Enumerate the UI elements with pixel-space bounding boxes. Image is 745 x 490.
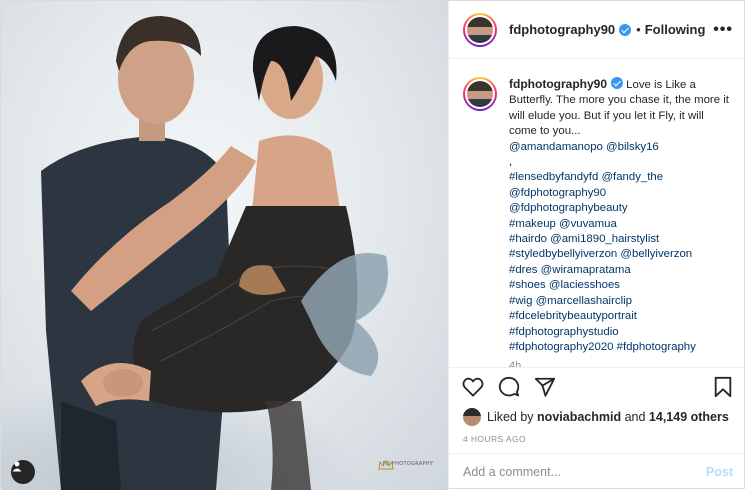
caption-tag-line[interactable]: #shoes @laciesshoes (509, 278, 731, 293)
comment-button[interactable] (497, 375, 521, 399)
following-button[interactable]: Following (645, 22, 706, 37)
liked-by-prefix: Liked by (487, 410, 534, 424)
heart-icon (462, 377, 484, 397)
caption-tag-line[interactable]: #styledbybellyiverzon @bellyiverzon (509, 247, 731, 262)
author-username[interactable]: fdphotography90 (509, 22, 615, 37)
caption-tag-line[interactable]: @fdphotography90 (509, 186, 731, 201)
post-header: fdphotography90 • Following ••• (449, 1, 745, 59)
caption-tag-line[interactable]: #fdphotographystudio (509, 325, 731, 340)
caption-comma: , (509, 156, 513, 169)
caption-tag-line[interactable]: #fdphotography2020 #fdphotography (509, 340, 731, 355)
user-tag-icon (12, 461, 22, 472)
likes-summary: Liked by noviabachmid and 14,149 others (449, 406, 745, 428)
liked-by-user[interactable]: noviabachmid (537, 410, 621, 424)
paper-plane-icon (534, 377, 556, 397)
photo-watermark: FD PHOTOGRAPHY (378, 460, 438, 470)
comment-form: Post (449, 453, 745, 490)
save-button[interactable] (711, 375, 735, 399)
post-actions: Liked by noviabachmid and 14,149 others … (449, 367, 745, 444)
comment-icon (498, 376, 520, 397)
action-icons-row (449, 368, 745, 406)
verified-badge-icon (619, 23, 632, 36)
caption-username[interactable]: fdphotography90 (509, 77, 607, 91)
post-photo[interactable]: FD PHOTOGRAPHY (1, 1, 448, 490)
post-comment-button[interactable]: Post (706, 465, 733, 479)
post-side-panel: fdphotography90 • Following ••• fdphotog… (448, 1, 745, 490)
caption-tag-line[interactable]: #dres @wiramapratama (509, 263, 731, 278)
share-button[interactable] (533, 375, 557, 399)
more-options-icon[interactable]: ••• (713, 21, 733, 39)
caption-tag-line[interactable]: #wig @marcellashairclip (509, 294, 731, 309)
bookmark-icon (714, 376, 732, 398)
post-caption: fdphotography90 Love is Like a Butterfly… (449, 60, 745, 367)
liker-avatar[interactable] (463, 408, 481, 426)
like-button[interactable] (461, 375, 485, 399)
caption-tag-line[interactable]: @fdphotographybeauty (509, 201, 731, 216)
caption-tag-line[interactable]: #lensedbyfandyfd @fandy_the (509, 170, 731, 185)
comment-input[interactable] (463, 465, 706, 479)
caption-tag-line[interactable]: #fdcelebritybeautyportrait (509, 309, 731, 324)
caption-avatar[interactable] (463, 77, 497, 111)
instagram-post: FD PHOTOGRAPHY fdphotography90 • Followi… (0, 0, 745, 490)
header-separator: • (636, 22, 641, 37)
caption-time-ago: 4h (509, 360, 522, 367)
caption-tag-line[interactable]: #makeup @vuvamua (509, 217, 731, 232)
liked-and: and (624, 410, 646, 424)
likes-count[interactable]: 14,149 others (649, 410, 729, 424)
caption-verified-badge-icon (611, 77, 623, 89)
crown-logo-icon (378, 460, 394, 470)
photo-illustration (1, 16, 448, 490)
author-avatar[interactable] (463, 12, 497, 47)
user-tag-button[interactable] (11, 460, 35, 484)
caption-body: fdphotography90 Love is Like a Butterfly… (509, 77, 731, 367)
caption-mentions[interactable]: @amandamanopo @bilsky16 (509, 140, 731, 155)
caption-tag-line[interactable]: #hairdo @ami1890_hairstylist (509, 232, 731, 247)
post-timestamp[interactable]: 4 HOURS AGO (449, 428, 745, 444)
